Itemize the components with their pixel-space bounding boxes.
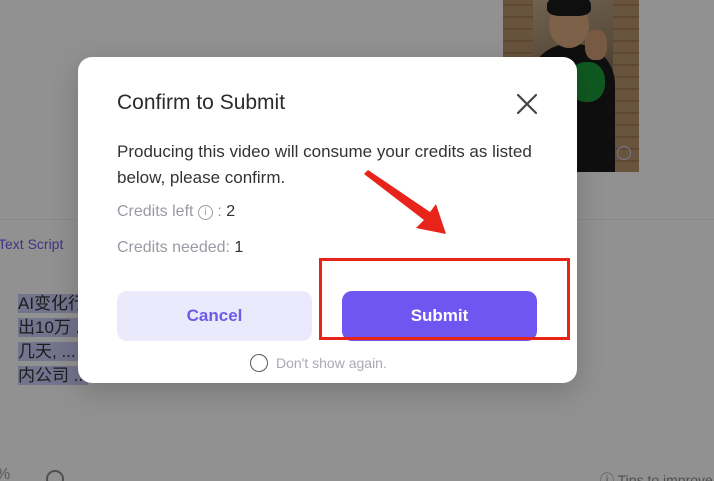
credits-left-label: Credits left (117, 203, 194, 220)
cancel-button[interactable]: Cancel (117, 291, 312, 341)
submit-button[interactable]: Submit (342, 291, 537, 341)
radio-circle-icon[interactable] (250, 354, 268, 372)
close-icon (516, 93, 538, 115)
confirm-submit-dialog: Confirm to Submit Producing this video w… (78, 57, 577, 383)
credits-needed-value: 1 (234, 239, 244, 256)
close-button[interactable] (514, 91, 540, 117)
credits-left-sep: : (217, 203, 222, 220)
credits-needed-label: Credits needed: (117, 239, 230, 256)
dialog-description: Producing this video will consume your c… (117, 142, 532, 187)
info-icon[interactable]: i (197, 205, 213, 220)
credits-left-value: 2 (226, 203, 236, 220)
credits-left-row: Credits left i : 2 (117, 203, 235, 221)
credits-needed-row: Credits needed: 1 (117, 239, 243, 257)
dont-show-again-option[interactable]: Don't show again. (250, 354, 387, 372)
dont-show-again-label: Don't show again. (276, 355, 387, 371)
dialog-title: Confirm to Submit (117, 91, 286, 114)
